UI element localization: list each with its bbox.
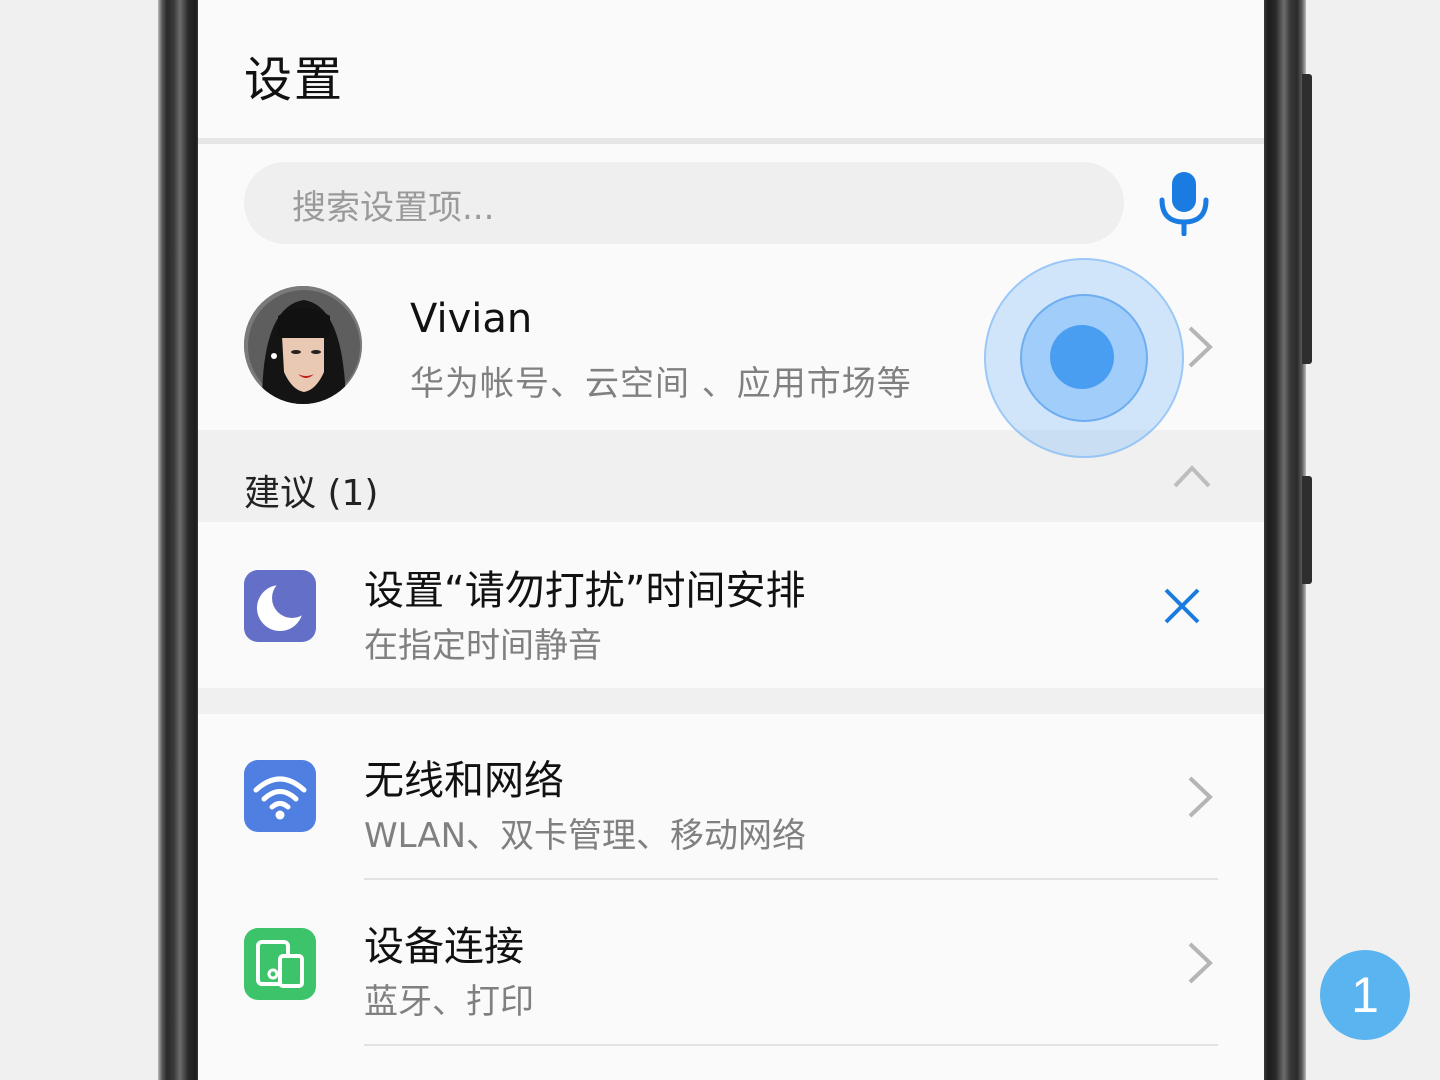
microphone-icon[interactable] <box>1156 170 1212 236</box>
close-icon[interactable] <box>1160 584 1204 628</box>
suggestions-title: 建议 (1) <box>244 473 379 514</box>
chevron-right-icon <box>1188 776 1213 818</box>
settings-item-subtitle: WLAN、双卡管理、移动网络 <box>364 816 807 856</box>
row-divider <box>364 1044 1218 1046</box>
header-divider <box>198 138 1264 144</box>
moon-icon <box>244 570 316 642</box>
account-description: 华为帐号、云空间 、应用市场等 <box>410 364 912 404</box>
touch-indicator-point <box>1050 325 1114 389</box>
volume-button <box>1302 74 1312 364</box>
phone-frame-left <box>158 0 198 1080</box>
settings-screen: 设置 搜索设置项... Vivian 华为帐号、云空间 、应用市场等 建议 (1… <box>198 0 1264 1080</box>
search-bar[interactable]: 搜索设置项... <box>244 162 1124 244</box>
step-badge: 1 <box>1320 950 1410 1040</box>
power-button <box>1302 476 1312 584</box>
app-header: 设置 <box>198 0 1264 138</box>
suggestion-subtitle: 在指定时间静音 <box>364 626 602 666</box>
row-divider <box>364 878 1218 880</box>
suggestion-title: 设置“请勿打扰”时间安排 <box>364 568 806 614</box>
chevron-right-icon <box>1188 942 1213 984</box>
page-title: 设置 <box>244 52 345 108</box>
devices-icon <box>244 928 316 1000</box>
settings-item-subtitle: 蓝牙、打印 <box>364 982 534 1022</box>
settings-item-title: 设备连接 <box>364 924 524 970</box>
suggestion-dnd-row[interactable]: 设置“请勿打扰”时间安排 在指定时间静音 <box>198 522 1264 688</box>
account-name: Vivian <box>410 296 533 342</box>
search-input[interactable]: 搜索设置项... <box>292 180 494 229</box>
section-gap <box>198 688 1264 714</box>
wifi-icon <box>244 760 316 832</box>
settings-item-wireless[interactable]: 无线和网络 WLAN、双卡管理、移动网络 <box>198 714 1264 880</box>
chevron-right-icon <box>1188 326 1213 368</box>
avatar <box>244 286 362 404</box>
settings-item-title: 无线和网络 <box>364 758 564 804</box>
settings-item-device-connection[interactable]: 设备连接 蓝牙、打印 <box>198 882 1264 1046</box>
phone-frame-right <box>1264 0 1306 1080</box>
chevron-up-icon[interactable] <box>1172 460 1212 490</box>
